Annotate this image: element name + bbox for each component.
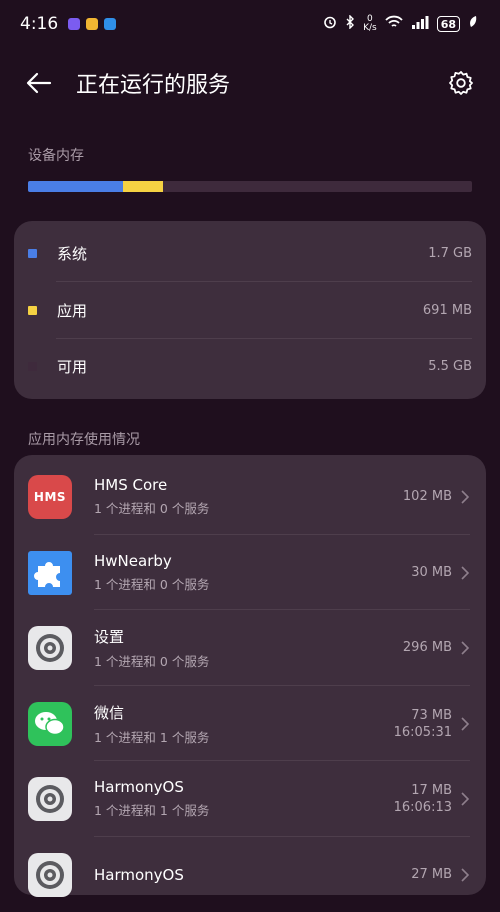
- memory-bar-apps-segment: [123, 181, 163, 192]
- legend-row-system: 系统 1.7 GB: [14, 225, 486, 281]
- app-process-info: 1 个进程和 0 个服务: [94, 577, 210, 592]
- app-row-settings[interactable]: 设置 1 个进程和 0 个服务 296 MB: [14, 610, 486, 685]
- app-text: HarmonyOS 1 个进程和 1 个服务: [94, 778, 394, 819]
- app-name: HarmonyOS: [94, 865, 184, 884]
- app-name: HarmonyOS: [94, 778, 184, 796]
- app-name: HMS Core: [94, 476, 168, 494]
- chevron-right-icon: [461, 565, 470, 580]
- app-row-hms-core[interactable]: HMS HMS Core 1 个进程和 0 个服务 102 MB: [14, 459, 486, 534]
- app-memory-size: 73 MB: [411, 707, 452, 723]
- bluetooth-icon: [345, 14, 355, 33]
- hms-core-icon: HMS: [28, 474, 72, 519]
- notification-note-icon: [86, 18, 99, 30]
- status-right: 0 K/s 68: [323, 14, 478, 33]
- app-meta: 296 MB: [403, 640, 452, 655]
- battery-indicator: 68: [436, 16, 460, 32]
- chevron-right-icon: [461, 716, 470, 731]
- app-name: 微信: [94, 703, 125, 722]
- wechat-icon: [28, 701, 72, 746]
- chevron-right-icon: [461, 489, 470, 504]
- app-run-time: 16:06:13: [393, 799, 452, 815]
- app-meta: 27 MB: [411, 867, 452, 882]
- app-memory-size: 30 MB: [411, 565, 452, 580]
- notification-chat-icon: [104, 18, 117, 30]
- memory-bar-system-segment: [28, 181, 124, 192]
- app-row-harmonyos-2[interactable]: HarmonyOS 27 MB: [14, 837, 486, 912]
- app-process-info: 1 个进程和 0 个服务: [94, 653, 210, 669]
- app-meta: 73 MB 16:05:31: [394, 708, 452, 740]
- legend-dot-system: [28, 248, 37, 258]
- alarm-icon: [323, 15, 337, 33]
- legend-value: 1.7 GB: [428, 245, 472, 261]
- app-process-info: 1 个进程和 0 个服务: [94, 501, 210, 516]
- apps-section-label: 应用内存使用情况: [28, 432, 140, 448]
- app-memory-size: 17 MB: [411, 782, 452, 798]
- app-process-info: 1 个进程和 1 个服务: [94, 729, 210, 745]
- chevron-right-icon: [461, 640, 470, 655]
- settings-button[interactable]: [446, 68, 476, 98]
- legend-name: 应用: [57, 301, 88, 320]
- chevron-right-icon: [461, 867, 470, 882]
- app-memory-size: 102 MB: [402, 489, 452, 504]
- status-time: 4:16: [20, 14, 59, 34]
- legend-row-free: 可用 5.5 GB: [14, 338, 486, 394]
- notification-app-icon: [68, 18, 81, 30]
- memory-section-label: 设备内存: [28, 148, 84, 164]
- status-bar: 4:16 0 K/s 68: [0, 0, 500, 48]
- app-meta: 17 MB 16:06:13: [394, 783, 452, 815]
- net-speed: 0 K/s: [363, 15, 377, 33]
- settings-gear-icon: [28, 776, 72, 821]
- chevron-right-icon: [461, 791, 470, 806]
- page-title: 正在运行的服务: [76, 73, 231, 98]
- signal-icon: [411, 15, 429, 33]
- gear-icon: [449, 71, 473, 95]
- app-process-info: 1 个进程和 1 个服务: [94, 803, 210, 818]
- settings-gear-icon: [28, 625, 72, 670]
- app-text: 微信 1 个进程和 1 个服务: [94, 702, 394, 746]
- app-memory-size: 296 MB: [402, 640, 452, 655]
- legend-row-apps: 应用 691 MB: [14, 282, 486, 338]
- app-bar: 正在运行的服务: [0, 58, 500, 108]
- app-list-card: HMS HMS Core 1 个进程和 0 个服务 102 MB HwNearb…: [14, 455, 486, 897]
- back-arrow-icon: [26, 72, 52, 94]
- settings-gear-icon: [28, 852, 72, 897]
- legend-name: 系统: [57, 244, 88, 263]
- back-button[interactable]: [26, 66, 60, 100]
- app-text: 设置 1 个进程和 0 个服务: [94, 626, 403, 670]
- legend-value: 691 MB: [422, 302, 472, 318]
- app-text: HwNearby 1 个进程和 0 个服务: [94, 552, 411, 593]
- app-row-hwnearby[interactable]: HwNearby 1 个进程和 0 个服务 30 MB: [14, 535, 486, 610]
- leaf-icon: [468, 15, 478, 33]
- net-speed-unit: K/s: [363, 23, 377, 33]
- puzzle-icon: [28, 550, 72, 595]
- status-left: 4:16: [20, 14, 117, 34]
- app-run-time: 16:05:31: [393, 724, 452, 740]
- app-row-wechat[interactable]: 微信 1 个进程和 1 个服务 73 MB 16:05:31: [14, 686, 486, 761]
- hms-icon-text: HMS: [33, 489, 67, 504]
- app-meta: 30 MB: [411, 565, 452, 580]
- app-memory-size: 27 MB: [411, 867, 452, 882]
- memory-usage-bar: [28, 181, 472, 192]
- legend-dot-apps: [28, 305, 37, 315]
- wifi-icon: [385, 15, 403, 33]
- app-row-harmonyos[interactable]: HarmonyOS 1 个进程和 1 个服务 17 MB 16:06:13: [14, 761, 486, 836]
- legend-dot-free: [28, 361, 37, 371]
- app-name: 设置: [94, 627, 125, 646]
- app-name: HwNearby: [94, 552, 172, 570]
- app-meta: 102 MB: [403, 489, 452, 504]
- legend-value: 5.5 GB: [428, 358, 472, 374]
- legend-name: 可用: [57, 357, 88, 376]
- app-text: HarmonyOS: [94, 866, 411, 884]
- memory-legend-card: 系统 1.7 GB 应用 691 MB 可用 5.5 GB: [14, 221, 486, 399]
- app-text: HMS Core 1 个进程和 0 个服务: [94, 476, 403, 517]
